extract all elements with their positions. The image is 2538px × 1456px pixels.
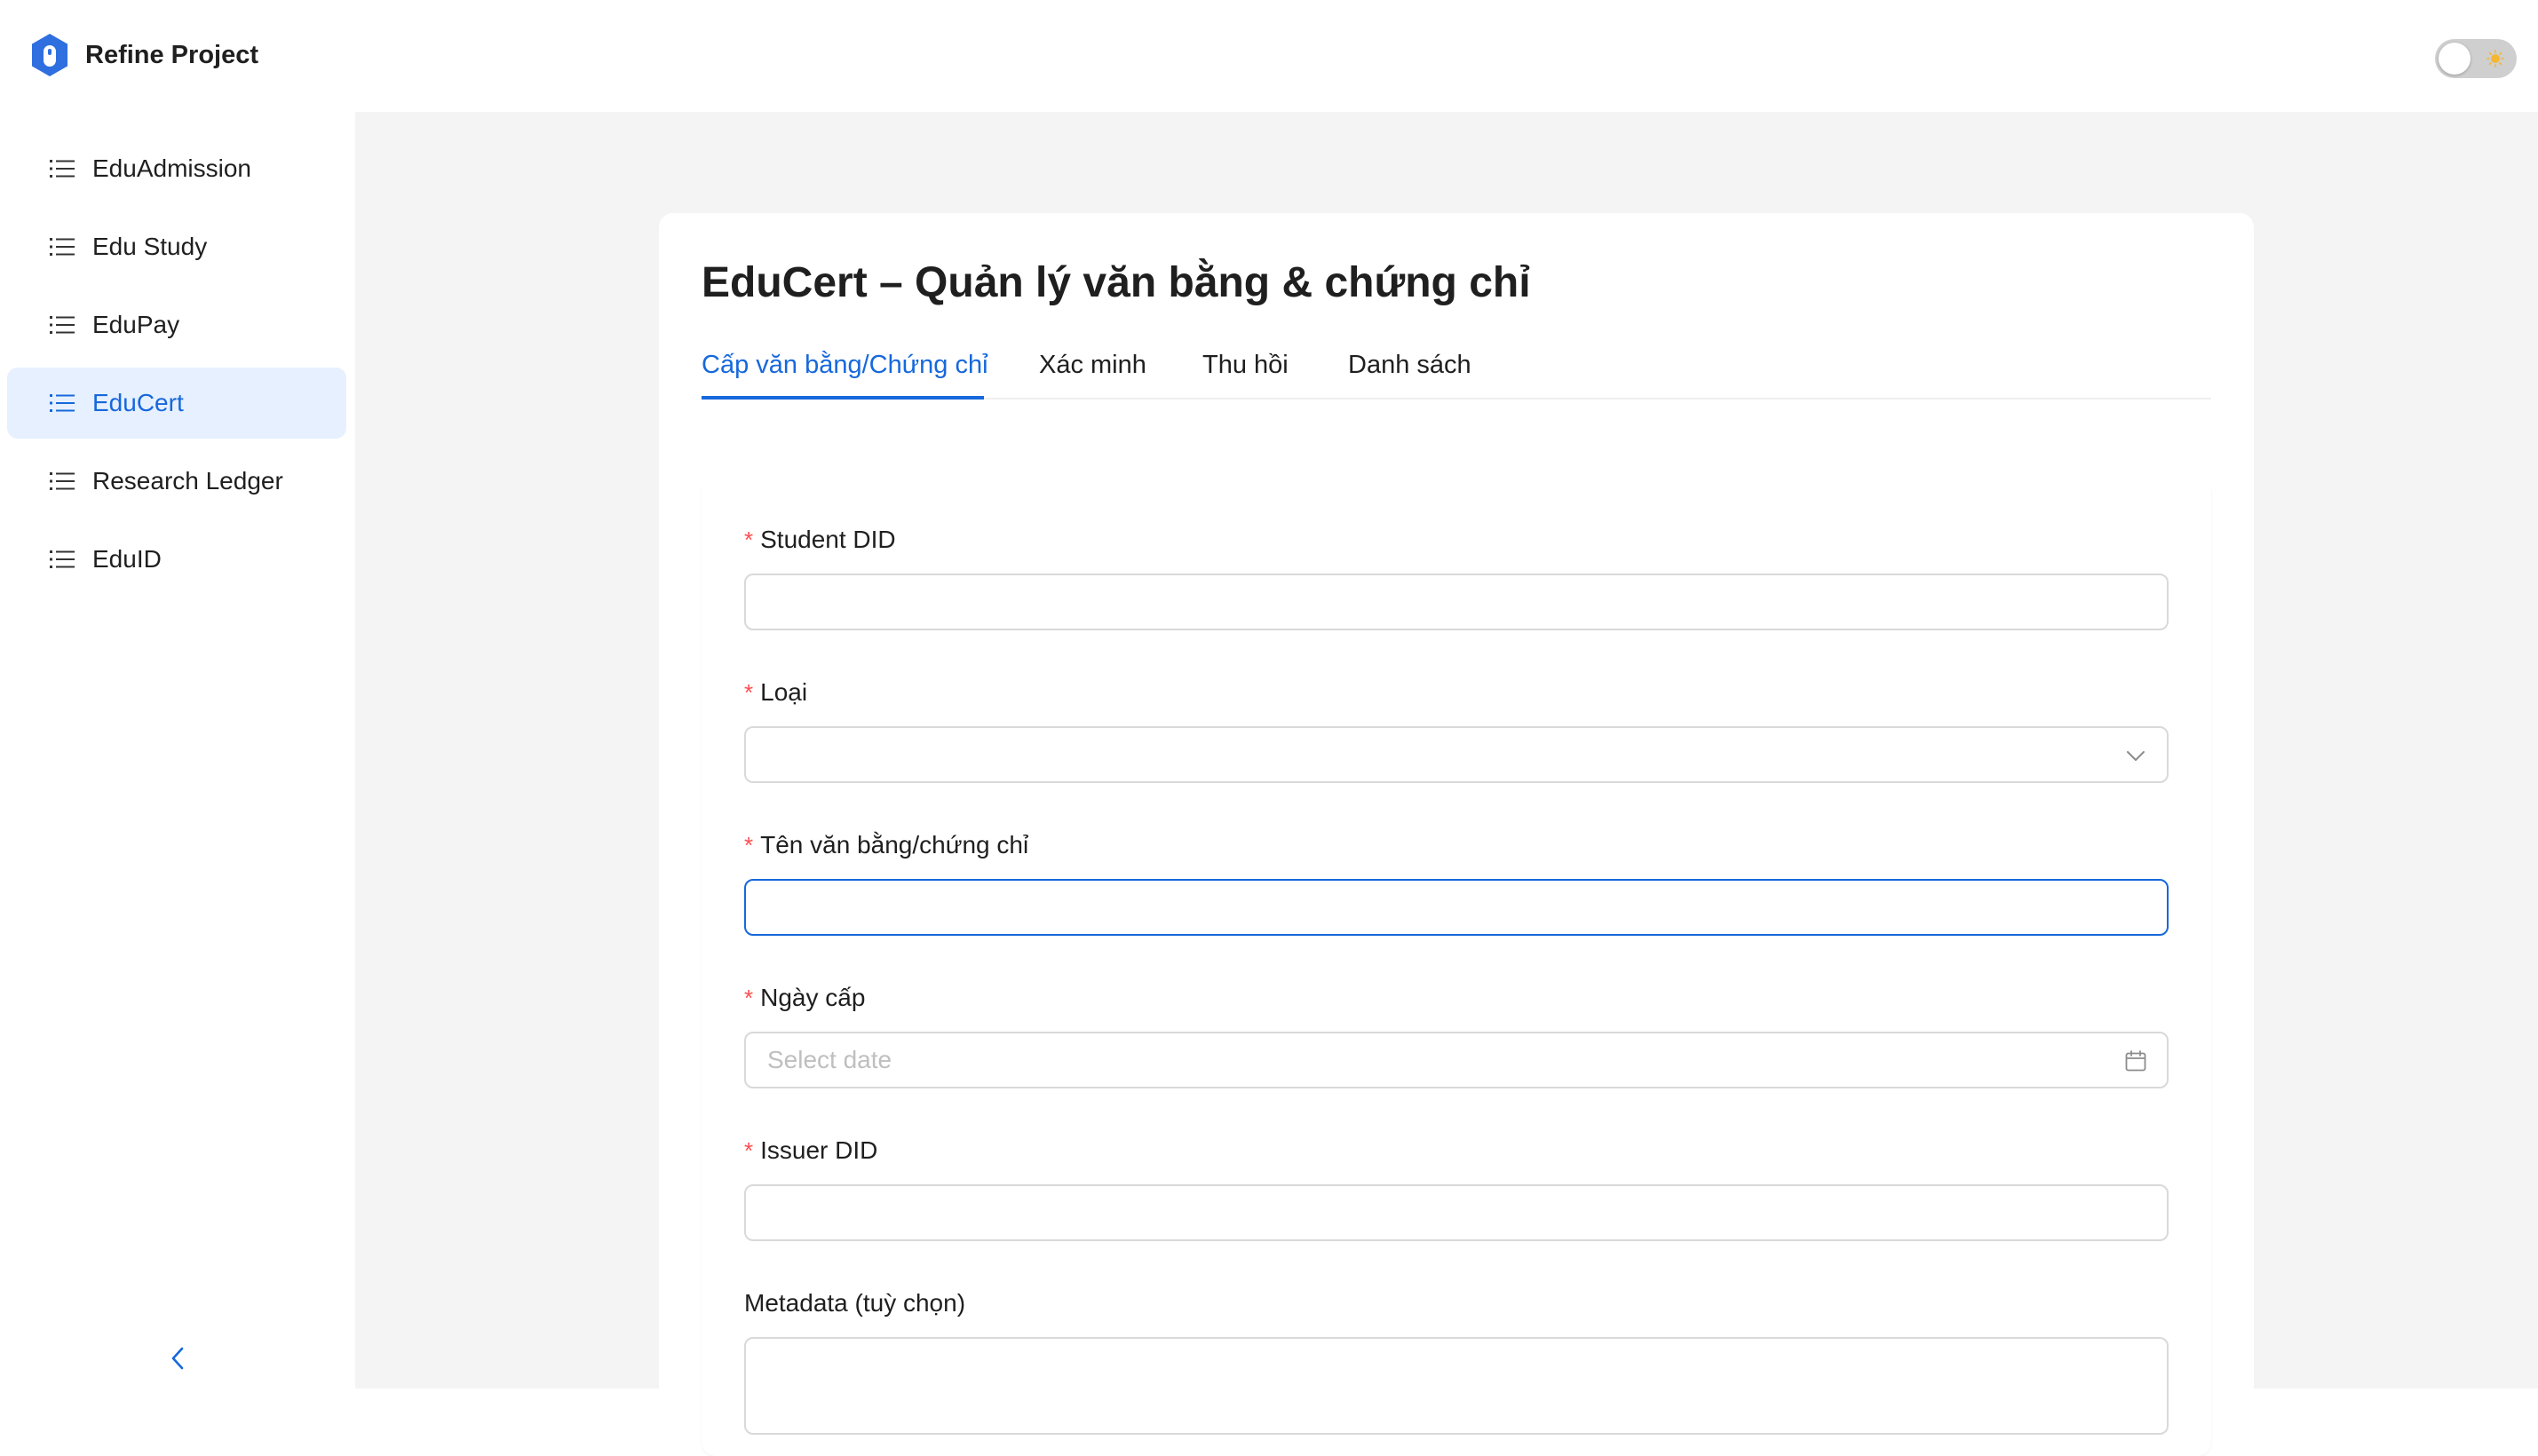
sidebar-item-edu-study[interactable]: Edu Study [7, 211, 346, 282]
type-select[interactable] [744, 726, 2169, 783]
calendar-icon [2125, 1050, 2146, 1072]
sidebar-item-label: EduID [92, 545, 162, 573]
issue-certificate-form: * Student DID * Loại * Tên văn bằng/chứng c… [702, 478, 2211, 1456]
theme-toggle[interactable] [2435, 39, 2517, 78]
chevron-left-icon[interactable] [165, 1341, 190, 1376]
list-icon [50, 550, 75, 568]
tab-bar: Cấp văn bằng/Chứng chỉ Xác minh Thu hồi … [702, 348, 2211, 400]
tab-xac-minh[interactable]: Xác minh [1039, 348, 1146, 398]
issuer-did-input[interactable] [744, 1184, 2169, 1241]
app-header: Refine Project [0, 0, 2538, 112]
sidebar-item-eduadmission[interactable]: EduAdmission [7, 133, 346, 204]
date-placeholder: Select date [767, 1046, 892, 1073]
student-did-label: * Student DID [744, 526, 896, 553]
sidebar-item-label: EduCert [92, 389, 184, 416]
certificate-name-label: * Tên văn bằng/chứng chỉ [744, 831, 1029, 859]
sidebar: EduAdmission Edu Study EduPay EduCert Re… [0, 112, 355, 1389]
certificate-name-input[interactable] [744, 879, 2169, 936]
metadata-textarea[interactable] [744, 1337, 2169, 1435]
page-title: EduCert – Quản lý văn bằng & chứng chỉ [702, 259, 1531, 306]
required-mark: * [744, 985, 754, 1011]
sidebar-item-research-ledger[interactable]: Research Ledger [7, 446, 346, 517]
sun-icon [2486, 50, 2504, 67]
content-card: EduCert – Quản lý văn bằng & chứng chỉ C… [659, 213, 2254, 1456]
main-content: EduCert – Quản lý văn bằng & chứng chỉ C… [355, 112, 2538, 1456]
student-did-input[interactable] [744, 574, 2169, 630]
required-mark: * [744, 1137, 754, 1164]
issuer-did-label: * Issuer DID [744, 1136, 878, 1164]
chevron-down-icon [2127, 751, 2145, 761]
sidebar-item-label: Research Ledger [92, 467, 283, 495]
sidebar-item-eduid[interactable]: EduID [7, 524, 346, 595]
sidebar-item-edupay[interactable]: EduPay [7, 289, 346, 360]
sidebar-item-label: EduAdmission [92, 154, 251, 182]
sidebar-item-educert[interactable]: EduCert [7, 368, 346, 439]
tab-danh-sach[interactable]: Danh sách [1348, 348, 1471, 398]
tab-thu-hoi[interactable]: Thu hồi [1202, 348, 1289, 398]
tab-cap-van-bang[interactable]: Cấp văn bằng/Chứng chỉ [702, 348, 988, 398]
issue-date-label: * Ngày cấp [744, 984, 866, 1011]
required-mark: * [744, 832, 754, 859]
sidebar-item-label: EduPay [92, 311, 180, 338]
list-icon [50, 394, 75, 412]
refine-logo-icon[interactable] [27, 32, 73, 78]
list-icon [50, 160, 75, 178]
list-icon [50, 472, 75, 490]
issue-date-picker[interactable]: Select date [744, 1032, 2169, 1088]
metadata-label: Metadata (tuỳ chọn) [744, 1289, 966, 1317]
app-title[interactable]: Refine Project [85, 39, 258, 71]
required-mark: * [744, 679, 754, 706]
toggle-knob [2439, 43, 2471, 75]
list-icon [50, 238, 75, 256]
required-mark: * [744, 526, 754, 553]
active-tab-indicator [702, 396, 984, 400]
type-label: * Loại [744, 678, 808, 706]
list-icon [50, 316, 75, 334]
sidebar-item-label: Edu Study [92, 233, 208, 260]
